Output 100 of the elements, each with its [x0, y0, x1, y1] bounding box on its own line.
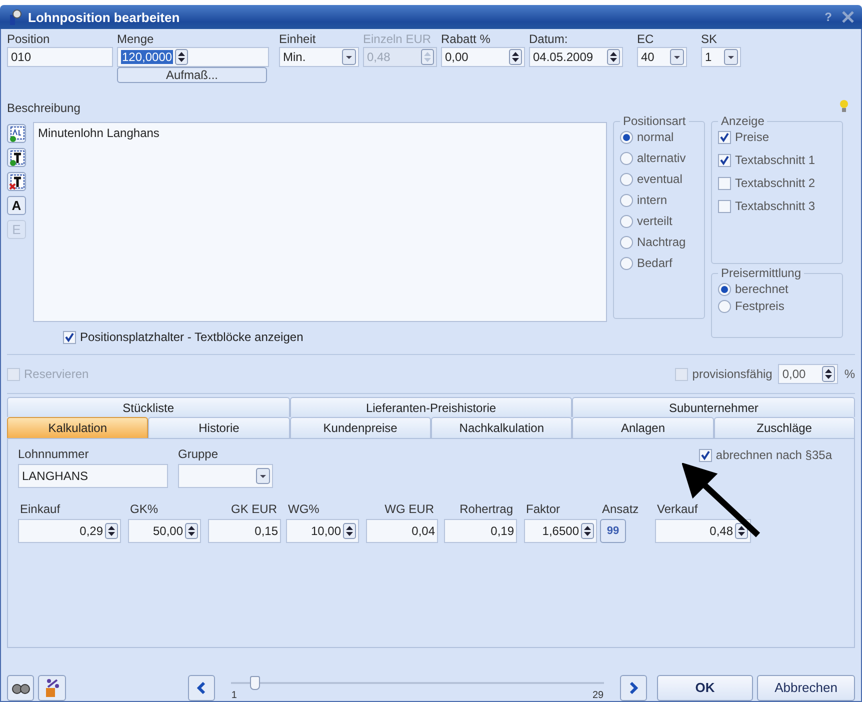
lightbulb-icon[interactable]	[839, 99, 849, 113]
spin-buttons[interactable]	[735, 523, 748, 539]
input-field[interactable]: 120,0000	[117, 47, 269, 67]
field-label: Position	[7, 32, 51, 47]
radio-option[interactable]: Festpreis	[718, 299, 836, 313]
field-label: Faktor	[525, 502, 562, 517]
app-icon	[8, 9, 22, 25]
dropdown-button[interactable]	[342, 49, 356, 65]
slider-thumb[interactable]	[250, 676, 260, 690]
radio-option[interactable]: Bedarf	[620, 256, 698, 270]
field-label: Rabatt %	[441, 32, 492, 47]
radio-option[interactable]: normal	[620, 130, 698, 144]
slider-min-label: 1	[231, 690, 237, 701]
field-label: WG EUR	[384, 502, 435, 517]
tab[interactable]: Nachkalkulation	[430, 417, 572, 438]
spin-buttons[interactable]	[175, 49, 188, 65]
tab[interactable]: Subunternehmer	[572, 397, 856, 417]
input-field[interactable]: 0,19	[444, 519, 517, 543]
tab[interactable]: Kundenpreise	[290, 417, 431, 438]
spin-buttons[interactable]	[343, 523, 356, 539]
previous-button[interactable]	[188, 674, 216, 700]
tab[interactable]: Historie	[148, 417, 290, 438]
field-label: Lohnnummer	[18, 447, 90, 462]
checkbox[interactable]: Textabschnitt 3	[718, 199, 836, 213]
dropdown-button[interactable]	[256, 468, 270, 484]
input-field[interactable]: 0,15	[208, 519, 281, 543]
description-field[interactable]: Minutenlohn Langhans	[33, 122, 607, 322]
unit-label: %	[844, 367, 855, 381]
radio-option[interactable]: berechnet	[718, 282, 836, 296]
input-field[interactable]: 0,00	[778, 364, 838, 384]
checkbox[interactable]: Textabschnitt 1	[718, 153, 836, 167]
input-field[interactable]: 50,00	[128, 519, 201, 543]
check-icon	[64, 332, 75, 342]
checkbox[interactable]: Textabschnitt 2	[718, 176, 836, 190]
field-label: SK	[701, 32, 718, 47]
radio-option[interactable]: Nachtrag	[620, 235, 698, 249]
close-icon[interactable]	[842, 11, 854, 23]
dropdown-button[interactable]	[724, 49, 738, 65]
field-label: Einkauf	[19, 502, 62, 517]
input-field[interactable]: 0,00	[441, 47, 525, 67]
field-label: Datum:	[529, 32, 569, 47]
field-label: Einzeln EUR	[363, 32, 432, 47]
dropdown-field[interactable]	[178, 464, 273, 488]
spin-buttons[interactable]	[607, 49, 620, 65]
spin-buttons[interactable]	[581, 523, 594, 539]
input-field[interactable]: 010	[7, 47, 113, 67]
input-field[interactable]: 10,00	[286, 519, 359, 543]
checkbox[interactable]: Preise	[718, 130, 836, 144]
field-label: Menge	[117, 32, 155, 47]
next-button[interactable]	[620, 674, 648, 700]
field-label: EC	[637, 32, 655, 47]
option-group: Preisermittlung berechnet Festpreis	[711, 266, 843, 338]
dropdown-button[interactable]	[670, 49, 684, 65]
option-group: Positionsart normal alternativ eventual intern verteilt Nachtrag Bedarf	[613, 114, 705, 319]
add-text-icon[interactable]	[7, 124, 26, 143]
cancel-button[interactable]: Abbrechen	[757, 674, 856, 700]
ok-button[interactable]: OK	[657, 674, 754, 700]
description-text: Minutenlohn Langhans	[38, 126, 160, 140]
spin-buttons[interactable]	[105, 523, 118, 539]
rate-button[interactable]: 99	[600, 519, 626, 543]
tab[interactable]: Stückliste	[7, 397, 290, 417]
input-field[interactable]: 1	[701, 47, 741, 67]
tab[interactable]: Lieferanten-Preishistorie	[290, 397, 572, 417]
field-label: WG%	[287, 502, 320, 517]
input-field[interactable]: 0,48	[655, 519, 751, 543]
format-button[interactable]: A	[7, 196, 26, 215]
spin-buttons[interactable]	[509, 49, 522, 65]
input-field[interactable]: LANGHANS	[18, 464, 168, 488]
check-icon	[719, 132, 730, 142]
aufmass-button[interactable]: Aufmaß...	[117, 67, 267, 83]
checkbox[interactable]: provisionsfähig	[675, 367, 772, 381]
spin-buttons[interactable]	[185, 523, 198, 539]
radio-option[interactable]: intern	[620, 193, 698, 207]
radio-option[interactable]: eventual	[620, 172, 698, 186]
input-field[interactable]: 0,04	[366, 519, 438, 543]
tab[interactable]: Anlagen	[572, 417, 714, 438]
input-field[interactable]: 0,29	[18, 519, 121, 543]
check-icon	[719, 154, 730, 166]
input-field[interactable]: Min.	[279, 47, 359, 67]
remove-text-icon[interactable]	[7, 172, 26, 191]
field-label: GK%	[129, 502, 160, 517]
checkbox[interactable]: Positionsplatzhalter - Textblöcke anzeigen	[63, 330, 607, 344]
slider-max-label: 29	[592, 690, 604, 701]
radio-option[interactable]: verteilt	[620, 214, 698, 228]
chevron-left-icon	[196, 682, 207, 694]
input-field[interactable]: 40	[637, 47, 687, 67]
field-label: Gruppe	[178, 447, 220, 462]
field-label: GK EUR	[230, 502, 278, 517]
field-label: Einheit	[279, 32, 317, 47]
spin-buttons[interactable]	[822, 366, 836, 382]
tab[interactable]: Zuschläge	[714, 417, 855, 438]
check-icon	[700, 450, 711, 460]
insert-text-icon[interactable]	[7, 148, 26, 167]
tab[interactable]: Kalkulation	[7, 417, 148, 438]
percent-icon[interactable]	[38, 674, 66, 700]
input-field[interactable]: 04.05.2009	[529, 47, 623, 67]
input-field[interactable]: 1,6500	[524, 519, 597, 543]
checkbox[interactable]: abrechnen nach §35a	[698, 448, 832, 462]
radio-option[interactable]: alternativ	[620, 151, 698, 165]
binoculars-icon[interactable]	[7, 674, 34, 700]
